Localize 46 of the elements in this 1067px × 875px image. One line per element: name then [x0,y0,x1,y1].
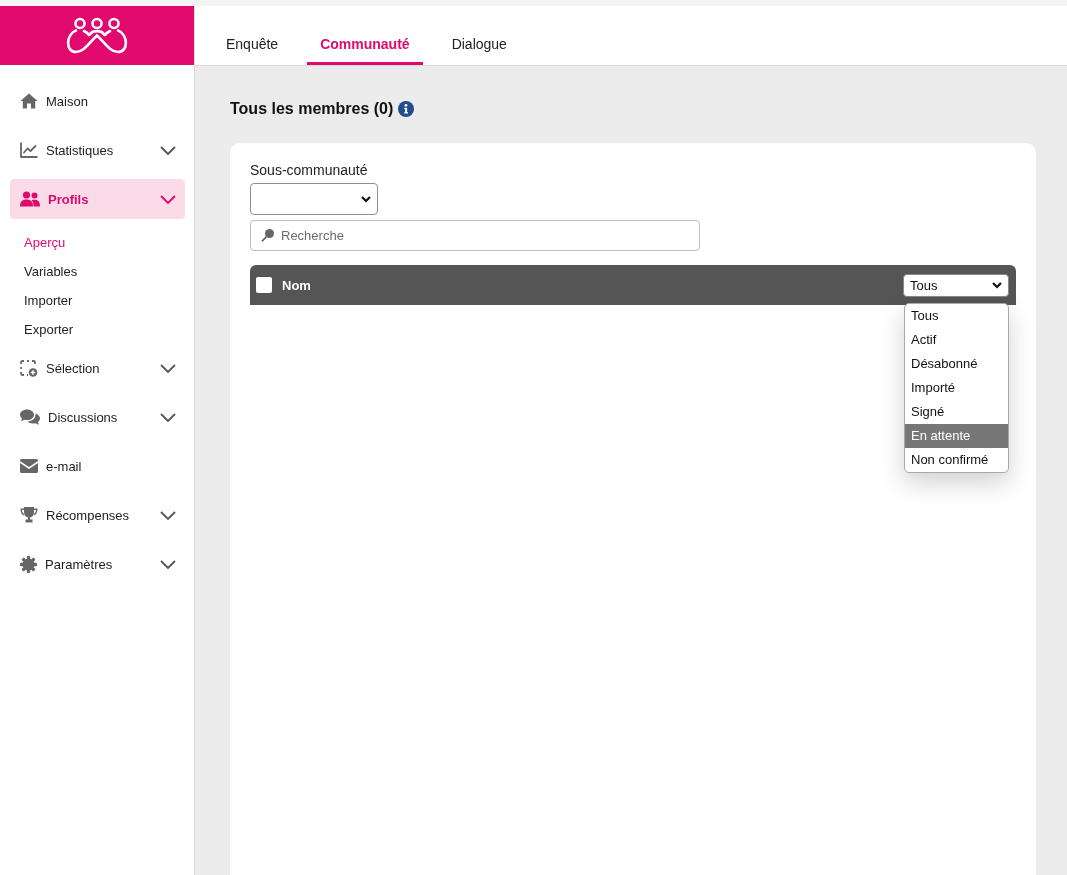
chevron-icon [361,195,371,203]
users-icon [20,191,40,207]
sidebar-item[interactable]: e-mail [10,446,185,486]
dropdown-option[interactable]: Non confirmé [905,447,1008,472]
tab[interactable]: Dialogue [438,25,520,65]
sidebar-item[interactable]: Maison [10,81,185,121]
status-select[interactable]: Tous [903,273,1009,297]
chevron-icon [160,559,176,569]
sidebar-item[interactable]: Discussions [10,397,185,437]
dropdown-option[interactable]: Désabonné [905,351,1008,376]
sidebar-item[interactable]: Paramètres [10,544,185,584]
field-label: Sous-communauté [250,162,368,179]
chevron-icon [992,281,1002,289]
submenu-item[interactable]: Aperçu [24,228,66,257]
search-icon [261,229,274,242]
dropdown-option[interactable]: Signé [905,399,1008,424]
settings-icon [20,555,37,573]
search-field[interactable]: Recherche [250,220,700,251]
column-header[interactable]: Nom [282,277,311,293]
dropdown-option[interactable]: En attente [905,423,1008,448]
sub-community-select[interactable] [250,183,378,215]
trophy-icon [20,507,38,523]
dashed-square-plus-icon [20,359,38,377]
submenu-item[interactable]: Variables [24,257,78,286]
submenu-item[interactable]: Exporter [24,315,74,344]
chevron-icon [160,510,176,520]
dropdown-option[interactable]: Tous [905,303,1008,328]
dropdown-option[interactable]: Importé [905,375,1008,400]
sidebar-item[interactable]: Sélection [10,348,185,388]
envelope-icon [20,459,38,473]
line-chart-icon [20,142,38,158]
dropdown-option[interactable]: Actif [905,327,1008,352]
chevron-icon [160,412,176,422]
tab[interactable]: Enquête [213,25,292,65]
select-all-checkbox[interactable] [256,277,272,293]
house-icon [20,93,38,109]
submenu-item[interactable]: Importer [24,286,73,315]
tab[interactable]: Communauté [307,25,423,65]
sidebar-item[interactable]: Statistiques [10,130,185,170]
chevron-icon [160,145,176,155]
speech-bubbles-icon [20,409,40,425]
page-title: Tous les membres (0) [230,99,394,119]
info-icon[interactable] [398,101,415,117]
sidebar-item[interactable]: Récompenses [10,495,185,535]
chevron-icon [160,363,176,373]
sidebar-item[interactable]: Profils [10,179,185,219]
